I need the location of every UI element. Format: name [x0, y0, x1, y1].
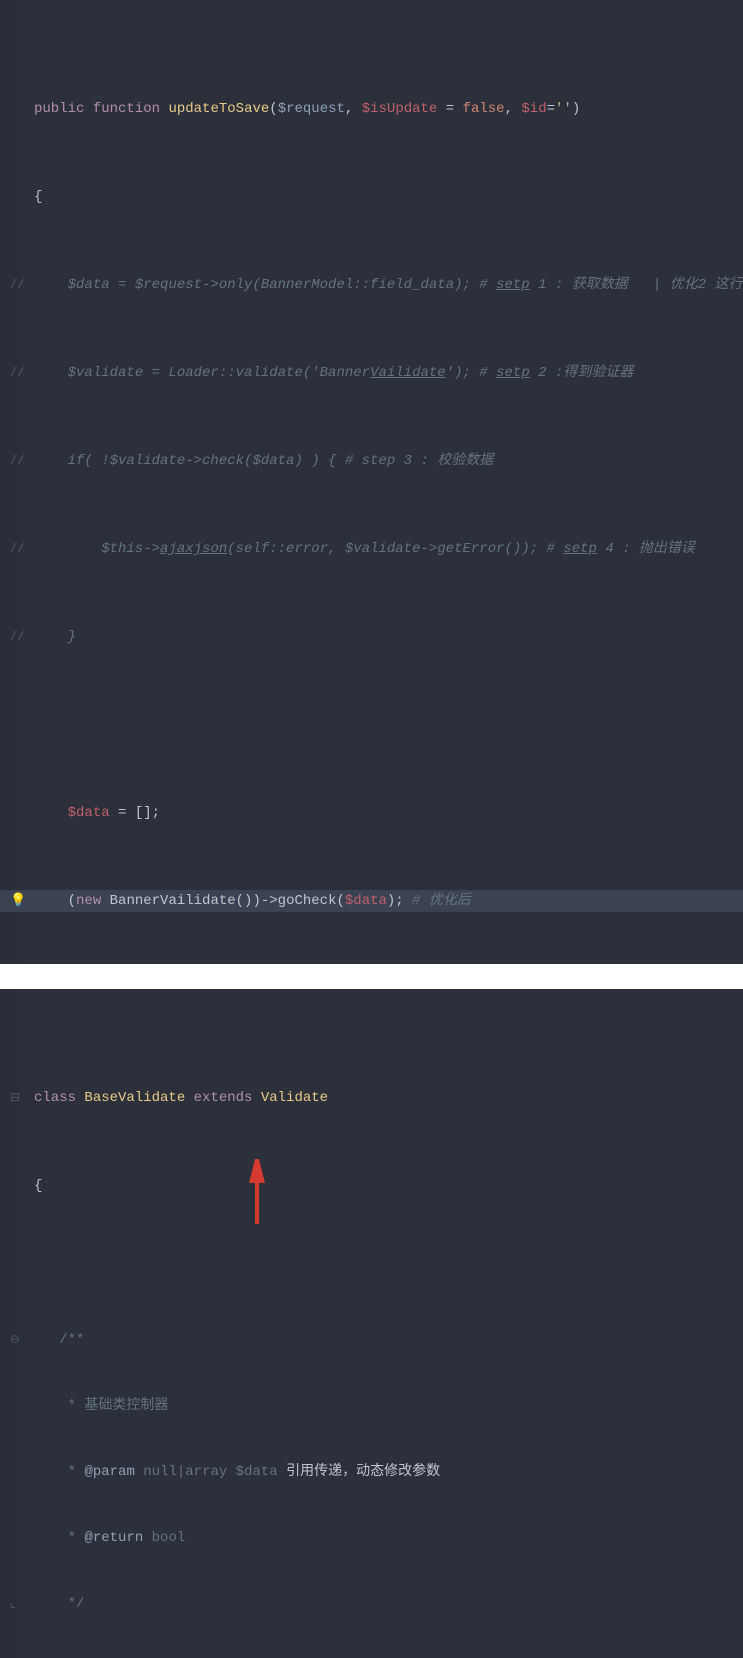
- setp-text: setp: [496, 365, 530, 381]
- param-id: $id: [521, 101, 546, 117]
- code-line-empty: [0, 714, 743, 736]
- docblock-line: * @param null|array $data 引用传递，动态修改参数: [0, 1461, 743, 1483]
- code-line-highlighted: 💡 (new BannerVailidate())->goCheck($data…: [0, 890, 743, 912]
- fold-icon[interactable]: ⊖: [10, 1329, 20, 1351]
- gutter-mark: //: [10, 274, 24, 296]
- keyword-public: public: [34, 101, 84, 117]
- code-line: {: [0, 1175, 743, 1197]
- docblock-line: ⊖ /**: [0, 1329, 743, 1351]
- string-empty: '': [555, 101, 572, 117]
- keyword-function: function: [93, 101, 160, 117]
- function-name: updateToSave: [168, 101, 269, 117]
- code-line-comment: // }: [0, 626, 743, 648]
- code-line: $data = [];: [0, 802, 743, 824]
- gutter-mark: //: [10, 626, 24, 648]
- setp-text: setp: [563, 541, 597, 557]
- fold-icon[interactable]: ⊟: [10, 1087, 20, 1109]
- phpdoc-param: @param: [84, 1464, 134, 1480]
- code-line-comment: // $validate = Loader::validate('BannerV…: [0, 362, 743, 384]
- code-line: public function updateToSave($request, $…: [0, 98, 743, 120]
- bool-false: false: [463, 101, 505, 117]
- gutter-mark: //: [10, 362, 24, 384]
- param-request: $request: [278, 101, 345, 117]
- fold-end-icon: ⌞: [10, 1593, 16, 1615]
- var-data: $data: [68, 805, 110, 821]
- docblock-line: * 基础类控制器: [0, 1395, 743, 1417]
- gutter-mark: //: [10, 538, 24, 560]
- setp-text: setp: [496, 277, 530, 293]
- docblock-line: ⌞ */: [0, 1593, 743, 1615]
- keyword-extends: extends: [194, 1090, 253, 1106]
- code-line-comment: // $data = $request->only(BannerModel::f…: [0, 274, 743, 296]
- param-isupdate: $isUpdate: [362, 101, 438, 117]
- phpdoc-return: @return: [84, 1530, 143, 1546]
- var-data: $data: [345, 893, 387, 909]
- code-line: ⊟ class BaseValidate extends Validate: [0, 1087, 743, 1109]
- code-line-empty: [0, 1241, 743, 1263]
- code-block-2: ⊟ class BaseValidate extends Validate { ⊖…: [0, 989, 743, 1658]
- parent-class: Validate: [252, 1090, 328, 1106]
- keyword-new: new: [76, 893, 101, 909]
- gutter-mark: //: [10, 450, 24, 472]
- docblock-line: * @return bool: [0, 1527, 743, 1549]
- code-line: {: [0, 186, 743, 208]
- class-name: BaseValidate: [76, 1090, 194, 1106]
- comment: # 优化后: [412, 893, 471, 909]
- keyword-class: class: [34, 1090, 76, 1106]
- code-line-comment: // $this->ajaxjson(self::error, $validat…: [0, 538, 743, 560]
- lightbulb-icon[interactable]: 💡: [10, 890, 24, 912]
- code-line-comment: // if( !$validate->check($data) ) { # st…: [0, 450, 743, 472]
- code-block-1: public function updateToSave($request, $…: [0, 0, 743, 964]
